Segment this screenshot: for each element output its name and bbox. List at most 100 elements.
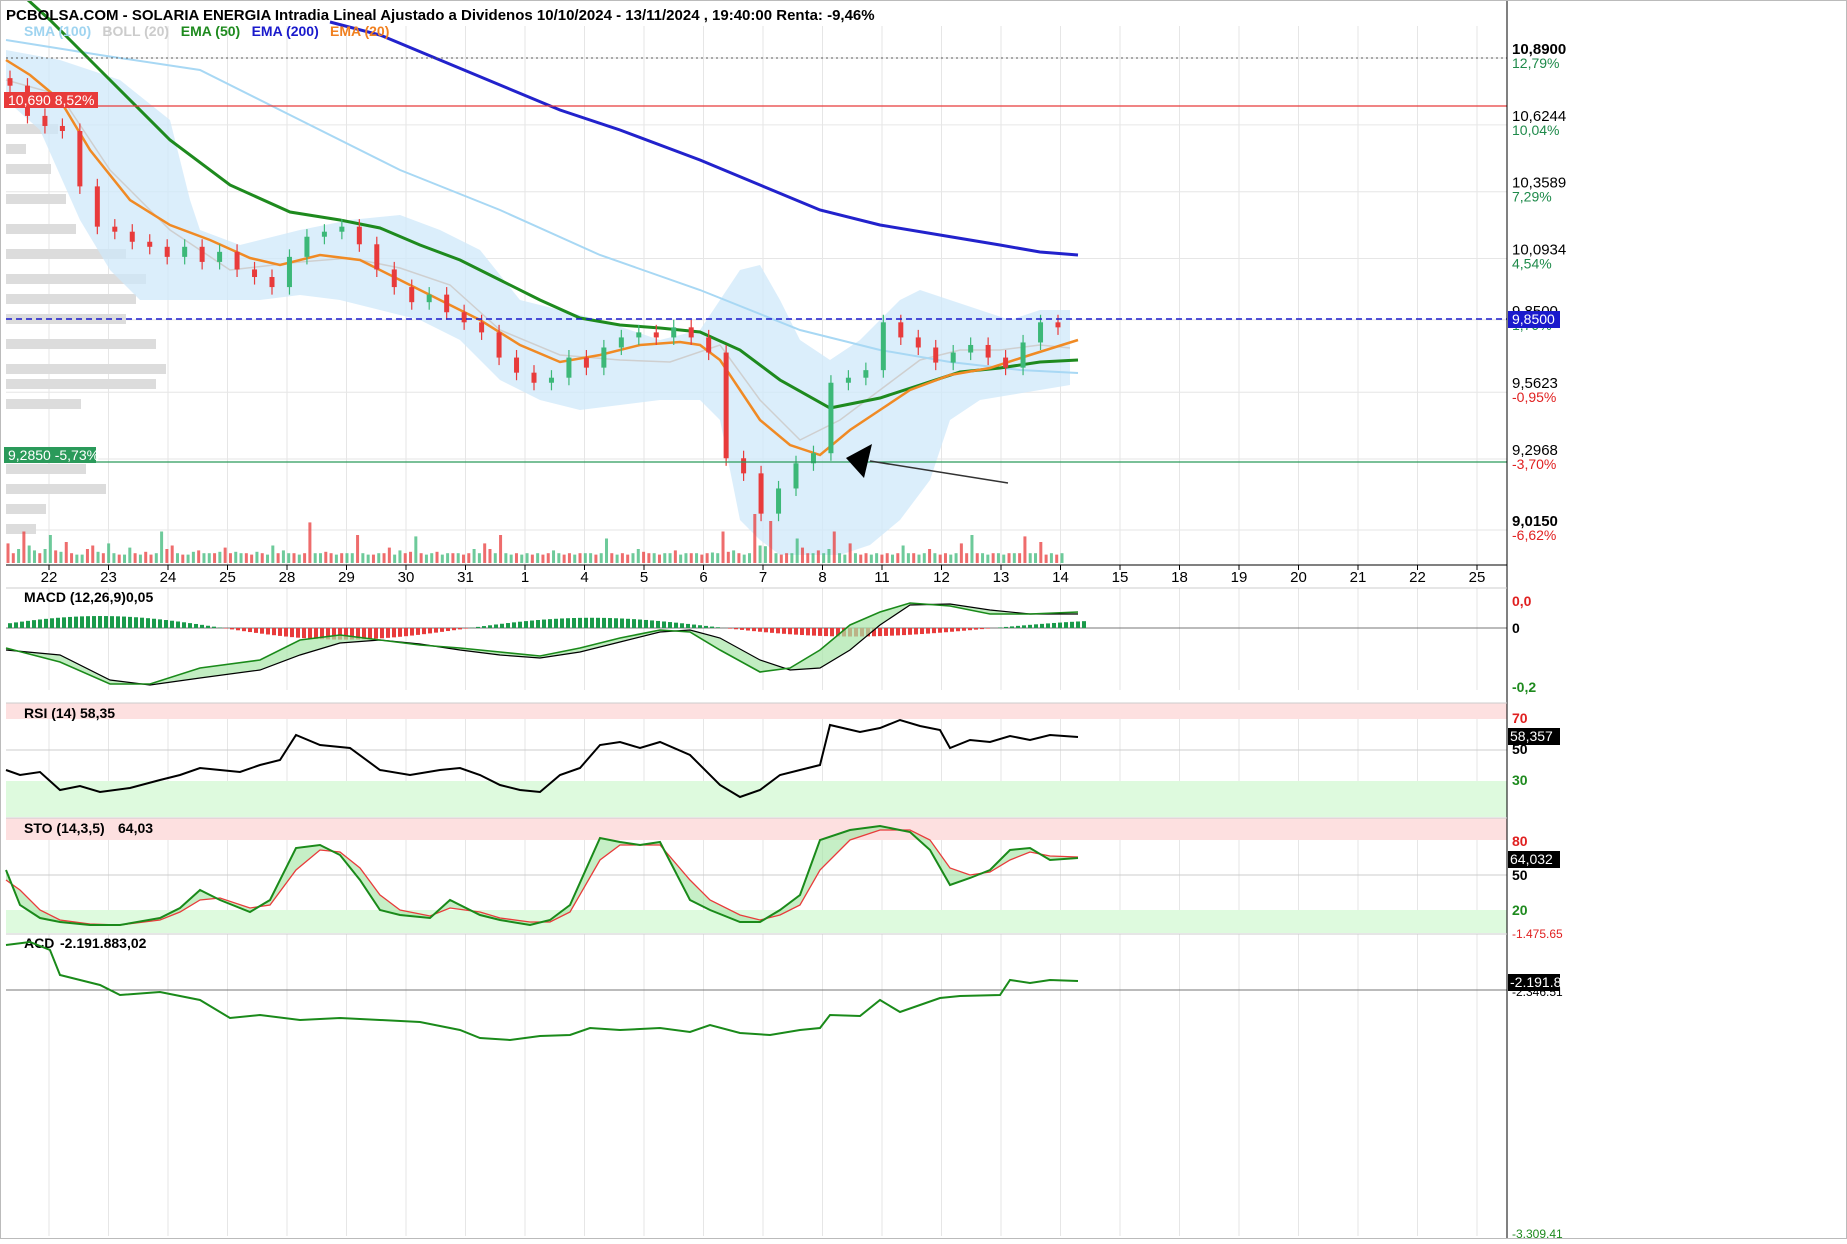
x-tick-label: 6 bbox=[699, 569, 707, 586]
macd-histogram-bar bbox=[380, 628, 384, 638]
macd-value: 0,05 bbox=[126, 589, 153, 605]
volume-bar bbox=[483, 543, 486, 563]
macd-histogram-bar bbox=[164, 620, 168, 628]
volume-bar bbox=[361, 553, 364, 563]
macd-histogram-bar bbox=[44, 619, 48, 628]
volume-bar bbox=[637, 549, 640, 563]
candle-body bbox=[497, 332, 502, 357]
volume-profile-bar bbox=[6, 379, 156, 389]
volume-bar bbox=[976, 553, 979, 563]
volume-bar bbox=[367, 555, 370, 563]
volume-bar bbox=[589, 553, 592, 563]
macd-histogram-bar bbox=[92, 616, 96, 628]
macd-histogram-bar bbox=[686, 624, 690, 628]
x-tick-label: 25 bbox=[219, 569, 236, 586]
macd-histogram-bar bbox=[608, 618, 612, 628]
volume-bar bbox=[65, 542, 68, 563]
macd-histogram-bar bbox=[20, 622, 24, 628]
candle-body bbox=[741, 458, 746, 473]
candle-body bbox=[654, 332, 659, 337]
macd-histogram-bar bbox=[482, 626, 486, 628]
volume-bar bbox=[817, 550, 820, 563]
candle-body bbox=[968, 345, 973, 353]
macd-histogram-bar bbox=[206, 626, 210, 628]
volume-profile-bar bbox=[6, 504, 46, 514]
candle-body bbox=[951, 353, 956, 363]
macd-histogram-bar bbox=[788, 628, 792, 634]
volume-bar bbox=[319, 553, 322, 563]
candle-body bbox=[304, 237, 309, 257]
macd-histogram-bar bbox=[974, 628, 978, 630]
legend-item[interactable]: EMA (50) bbox=[181, 23, 240, 39]
candle-body bbox=[636, 332, 641, 337]
volume-bar bbox=[462, 555, 465, 563]
candle-body bbox=[863, 370, 868, 378]
chart-svg[interactable]: 10,690 8,52%9,2850 -5,73% MACD (12,26,9)… bbox=[0, 0, 1847, 1239]
macd-histogram-bar bbox=[410, 628, 414, 636]
volume-bar bbox=[1050, 553, 1053, 563]
macd-histogram-bar bbox=[452, 628, 456, 630]
volume-bar bbox=[626, 555, 629, 563]
legend-item[interactable]: BOLL (20) bbox=[102, 23, 169, 39]
macd-histogram-bar bbox=[212, 627, 216, 628]
candle-body bbox=[1003, 358, 1008, 368]
volume-bar bbox=[616, 555, 619, 563]
volume-bar bbox=[833, 532, 836, 564]
volume-bar bbox=[28, 546, 31, 564]
candle-body bbox=[165, 247, 170, 257]
price-pct-tick: -3,70% bbox=[1512, 456, 1556, 472]
macd-histogram-bar bbox=[644, 620, 648, 628]
candle-body bbox=[462, 312, 467, 322]
candle-body bbox=[147, 242, 152, 247]
volume-bar bbox=[255, 552, 258, 563]
macd-histogram-bar bbox=[458, 628, 462, 629]
legend-item[interactable]: EMA (200) bbox=[252, 23, 319, 39]
volume-bar bbox=[81, 555, 84, 563]
legend-item[interactable]: EMA (20) bbox=[330, 23, 389, 39]
macd-histogram-bar bbox=[110, 616, 114, 628]
legend-item[interactable]: SMA (100) bbox=[24, 23, 91, 39]
acd-tick: -1.475.65 bbox=[1512, 927, 1563, 941]
macd-histogram-bar bbox=[830, 628, 834, 636]
candle-body bbox=[776, 488, 781, 513]
volume-bar bbox=[1018, 553, 1021, 563]
macd-histogram-bar bbox=[794, 628, 798, 635]
candle-body bbox=[357, 227, 362, 245]
price-pct-tick: 7,29% bbox=[1512, 189, 1552, 205]
macd-histogram-bar bbox=[614, 618, 618, 628]
macd-histogram-bar bbox=[680, 623, 684, 628]
candle-body bbox=[1056, 322, 1061, 327]
volume-bar bbox=[568, 553, 571, 563]
volume-bar bbox=[44, 549, 47, 563]
macd-histogram-bar bbox=[152, 619, 156, 628]
upper-marker-label: 10,690 8,52% bbox=[8, 92, 94, 108]
volume-bar bbox=[245, 553, 248, 563]
volume-bar bbox=[473, 549, 476, 563]
volume-bar bbox=[653, 553, 656, 563]
macd-histogram-bar bbox=[194, 624, 198, 628]
candle-body bbox=[427, 295, 432, 303]
volume-bar bbox=[240, 553, 243, 563]
macd-histogram-bar bbox=[704, 626, 708, 628]
volume-bar bbox=[7, 543, 10, 563]
volume-bar bbox=[213, 553, 216, 563]
macd-histogram-bar bbox=[602, 618, 606, 628]
volume-bar bbox=[785, 553, 788, 563]
x-tick-label: 13 bbox=[993, 569, 1010, 586]
macd-histogram-bar bbox=[710, 627, 714, 628]
volume-bar bbox=[573, 555, 576, 563]
macd-histogram-bar bbox=[572, 618, 576, 628]
acd-current-label: -2.191.8 bbox=[1510, 974, 1562, 990]
macd-histogram-bar bbox=[512, 622, 516, 628]
volume-profile-bar bbox=[6, 464, 86, 474]
volume-bar bbox=[494, 553, 497, 563]
macd-histogram-bar bbox=[536, 620, 540, 628]
price-pct-tick: 12,79% bbox=[1512, 55, 1559, 71]
volume-bar bbox=[822, 553, 825, 563]
macd-histogram-bar bbox=[878, 628, 882, 636]
volume-bar bbox=[1055, 555, 1058, 563]
volume-bar bbox=[54, 550, 57, 563]
candle-body bbox=[200, 247, 205, 262]
volume-bar bbox=[59, 552, 62, 563]
volume-bar bbox=[647, 553, 650, 563]
